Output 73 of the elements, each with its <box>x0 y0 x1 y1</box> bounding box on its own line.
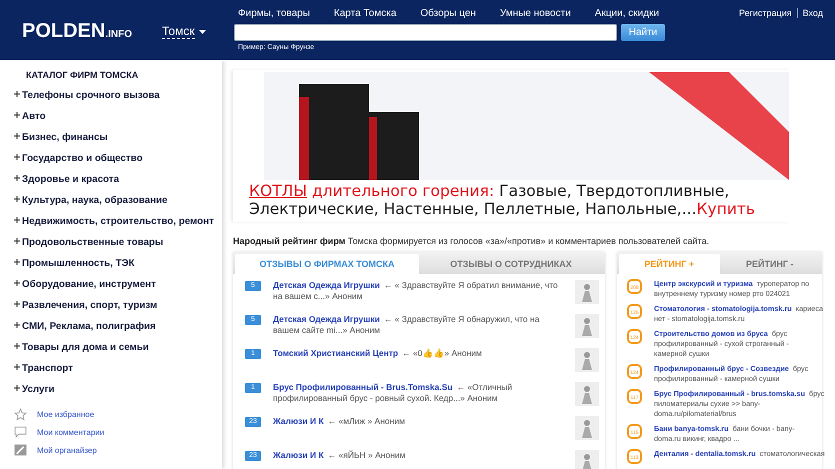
nav-link[interactable]: Фирмы, товары <box>238 8 310 24</box>
catalog-category[interactable]: Промышленность, ТЭК <box>14 258 135 279</box>
catalog-category[interactable]: Государство и общество <box>14 153 143 174</box>
reviews-tab[interactable]: ОТЗЫВЫ О СОТРУДНИКАХ <box>419 254 603 274</box>
plus-icon <box>14 175 20 181</box>
nav-link[interactable]: Обзоры цен <box>420 8 476 24</box>
catalog-category[interactable]: Здоровье и красота <box>14 174 120 195</box>
plus-icon <box>14 280 20 286</box>
plus-icon <box>14 133 20 139</box>
plus-icon <box>14 238 20 244</box>
buy-link[interactable]: Купить <box>696 200 756 218</box>
catalog-category[interactable]: Авто <box>14 111 46 132</box>
sidebar-link[interactable]: Мои комментарии <box>37 428 104 436</box>
sidebar-link[interactable]: Мой органайзер <box>37 446 97 454</box>
catalog-category[interactable]: Продовольственные товары <box>14 237 164 258</box>
star-icon <box>14 408 27 420</box>
pencil-icon <box>14 444 27 456</box>
catalog-category[interactable]: Телефоны срочного вызова <box>14 90 160 111</box>
plus-icon <box>14 301 20 307</box>
firm-link[interactable]: Жалюзи И К <box>273 416 324 426</box>
firm-link[interactable]: Томский Христианский Центр <box>273 348 398 358</box>
review-text: Брус Профилированный - Brus.Tomska.Su ← «Отличный профилированный брус - ровный сухой. Кедр...» Аноним <box>273 382 514 404</box>
register-link[interactable]: Регистрация <box>739 8 792 18</box>
nav-link[interactable]: Умные новости <box>500 8 571 24</box>
avatar-icon <box>575 416 599 440</box>
catalog-category[interactable]: Недвижимость, строительство, ремонт <box>14 216 214 237</box>
avatar-icon <box>575 280 599 304</box>
plus-icon <box>14 196 20 202</box>
plus-icon <box>14 112 20 118</box>
avatar-icon <box>575 314 599 338</box>
firm-link[interactable]: Детская Одежда Игрушки <box>273 280 380 290</box>
nav-link[interactable]: Акции, скидки <box>594 8 660 24</box>
catalog-category[interactable]: Оборудование, инструмент <box>14 279 156 300</box>
plus-icon <box>14 154 20 160</box>
catalog-category[interactable]: СМИ, Реклама, полиграфия <box>14 321 156 342</box>
review-text: Жалюзи И К ← «мЛиж » Аноним <box>273 416 406 427</box>
login-link[interactable]: Вход <box>796 8 823 18</box>
firm-link[interactable]: Детская Одежда Игрушки <box>273 314 380 324</box>
catalog-title: КАТАЛОГ ФИРМ ТОМСКА <box>26 70 140 80</box>
firm-link[interactable]: Брус Профилированный - Brus.Tomska.Su <box>273 382 453 392</box>
caret-icon <box>198 30 206 34</box>
catalog-category[interactable]: Товары для дома и семьи <box>14 342 149 363</box>
avatar-icon <box>575 382 599 406</box>
catalog-category[interactable]: Развлечения, спорт, туризм <box>14 300 158 321</box>
rating-tab[interactable]: РЕЙТИНГ - <box>720 254 820 274</box>
avatar-icon <box>575 348 599 372</box>
plus-icon <box>14 259 20 265</box>
speech-bubble-icon <box>14 426 27 438</box>
review-text: Детская Одежда Игрушки ← « Здравствуйте Я обратил внимание, что на вашем с...» Аноним <box>273 280 559 302</box>
nav-link[interactable]: Карта Томска <box>334 8 396 24</box>
ad-text: КОТЛЫ длительного горения: Газовые, Твердотопливные, Электрические, Настенные, Пеллетные, Напольные,...Купить <box>249 182 756 218</box>
plus-icon <box>14 217 20 223</box>
firm-link[interactable]: Жалюзи И К <box>273 450 324 460</box>
site-logo[interactable]: POLDEN.INFO <box>22 20 132 43</box>
catalog-category[interactable]: Транспорт <box>14 363 73 384</box>
boilers-link[interactable]: КОТЛЫ <box>249 182 308 200</box>
catalog-category[interactable]: Бизнес, финансы <box>14 132 108 153</box>
plus-icon <box>14 322 20 328</box>
plus-icon <box>14 343 20 349</box>
plus-icon <box>14 385 20 391</box>
review-text: Жалюзи И К ← «яЙЬН » Аноним <box>273 450 407 461</box>
catalog-category[interactable]: Культура, наука, образование <box>14 195 168 216</box>
rating-intro: Народный рейтинг фирм Томска формируется из голосов «за»/«против» и комментариев пользователей сайта. <box>233 236 710 246</box>
review-text: Томский Христианский Центр ← «0👍👍» Аноним <box>273 348 483 359</box>
catalog-category[interactable]: Услуги <box>14 384 55 405</box>
plus-icon <box>14 364 20 370</box>
boiler-banner-drawing[interactable] <box>264 72 789 180</box>
sidebar-link[interactable]: Мое избранное <box>37 410 94 418</box>
plus-icon <box>14 91 20 97</box>
search-field[interactable] <box>234 24 617 41</box>
city-selector[interactable]: Томск <box>162 24 195 39</box>
avatar-icon <box>575 450 599 469</box>
review-text: Детская Одежда Игрушки ← « Здравствуйте Я обнаружил, что на вашем сайте mi...» Аноним <box>273 314 540 336</box>
